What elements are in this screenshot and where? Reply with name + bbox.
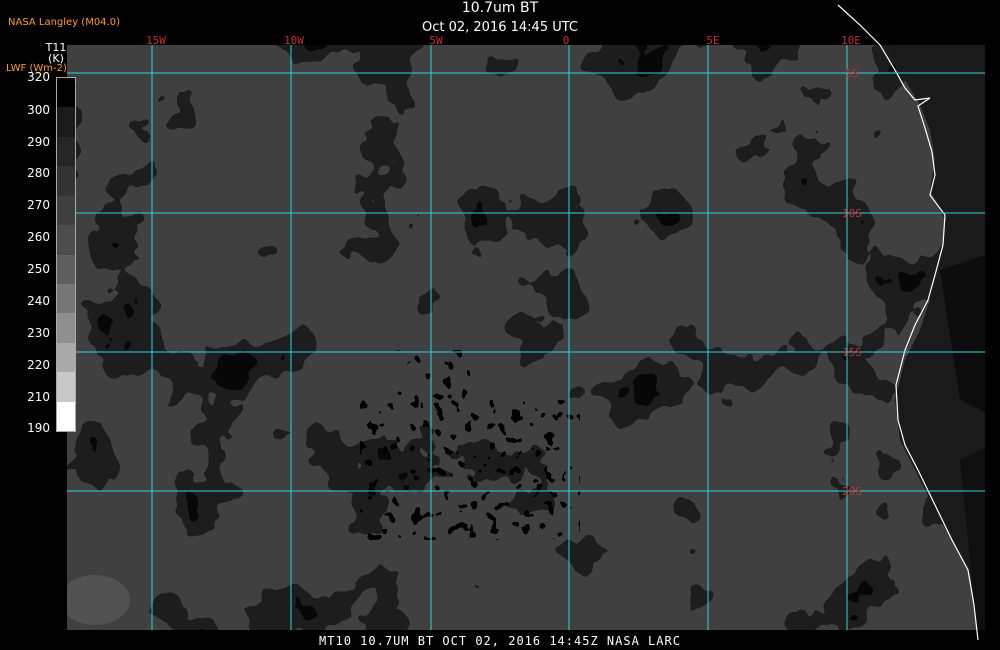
colorbar-cell [57,78,75,108]
colorbar-cell [57,313,75,343]
colorbar-tick: 280 [27,166,50,180]
colorbar-tick: 240 [27,294,50,308]
satellite-image-map: 15W 10W 5W 0 5E 10E 5S 10S 15S 20S [67,4,985,641]
lon-label-0: 0 [563,34,570,47]
colorbar-tick: 270 [27,198,50,212]
colorbar-cell [57,225,75,255]
satellite-field [67,45,985,630]
colorbar-tick: 220 [27,358,50,372]
lat-label-20s: 20S [842,485,862,498]
colorbar-cell [57,136,75,167]
lat-label-5s: 5S [845,67,858,80]
product-title: 10.7um BT [461,0,539,16]
lat-label-10s: 10S [842,207,862,220]
lon-label-10e: 10E [841,34,861,47]
observation-datetime: Oct 02, 2016 14:45 UTC [422,20,578,35]
lat-label-15s: 15S [842,346,862,359]
legend-variable: T11 (K) [36,42,76,64]
colorbar-tick: 210 [27,390,50,404]
colorbar-cell [57,372,75,402]
colorbar-tick: 250 [27,262,50,276]
colorbar-cell [57,254,75,284]
lon-label-5e: 5E [706,34,719,47]
colorbar-tick: 290 [27,135,50,149]
lon-label-15w: 15W [146,34,166,47]
lon-label-10w: 10W [284,34,304,47]
colorbar-tick: 190 [27,421,50,435]
colorbar-cell [57,107,75,137]
footer-caption: MT10 10.7UM BT OCT 02, 2016 14:45Z NASA … [319,634,681,648]
colorbar-cell [57,401,75,432]
colorbar-cell [57,283,75,314]
colorbar [56,77,76,432]
colorbar-tick: 300 [27,103,50,117]
colorbar-cell [57,342,75,373]
colorbar-cell [57,166,75,196]
lon-label-5w: 5W [429,34,443,47]
colorbar-tick: 320 [27,70,50,84]
colorbar-tick: 230 [27,326,50,340]
colorbar-cell [57,195,75,226]
colorbar-tick: 260 [27,230,50,244]
